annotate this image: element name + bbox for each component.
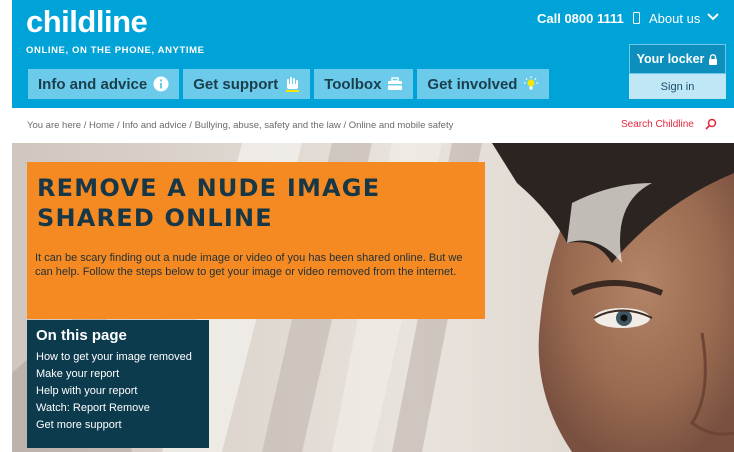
toc-link-make-report[interactable]: Make your report bbox=[36, 366, 192, 383]
tagline: ONLINE, ON THE PHONE, ANYTIME bbox=[26, 45, 205, 56]
locker-panel: Your locker Sign in bbox=[629, 44, 726, 99]
lock-icon bbox=[709, 53, 718, 65]
hero-intro-text: It can be scary finding out a nude image… bbox=[35, 252, 463, 278]
breadcrumb[interactable]: You are here / Home / Info and advice / … bbox=[27, 120, 453, 131]
nav-label: Info and advice bbox=[38, 75, 148, 93]
toc-list: How to get your image removed Make your … bbox=[36, 349, 192, 434]
on-this-page-panel: On this page How to get your image remov… bbox=[27, 320, 209, 448]
toolbox-icon bbox=[388, 77, 403, 90]
toc-heading: On this page bbox=[36, 327, 127, 344]
main-nav: Info and advice Get support Toolbox Get … bbox=[28, 69, 550, 99]
lightbulb-icon bbox=[524, 76, 539, 90]
page-title: REMOVE A NUDE IMAGE SHARED ONLINE bbox=[37, 174, 381, 232]
about-us-link[interactable]: About us bbox=[649, 11, 700, 26]
info-icon bbox=[153, 76, 169, 92]
search-link[interactable]: Search Childline bbox=[621, 119, 694, 130]
nav-label: Toolbox bbox=[324, 75, 382, 93]
hero-title-box: REMOVE A NUDE IMAGE SHARED ONLINE It can… bbox=[27, 162, 485, 319]
toc-link-help-report[interactable]: Help with your report bbox=[36, 383, 192, 400]
nav-info-and-advice[interactable]: Info and advice bbox=[28, 69, 180, 99]
nav-label: Get support bbox=[193, 75, 279, 93]
nav-toolbox[interactable]: Toolbox bbox=[314, 69, 414, 99]
chevron-down-icon[interactable] bbox=[707, 10, 719, 22]
sign-in-button[interactable]: Sign in bbox=[629, 74, 726, 99]
site-header: childline ONLINE, ON THE PHONE, ANYTIME … bbox=[12, 0, 734, 108]
childline-logo[interactable]: childline bbox=[26, 4, 148, 40]
nav-get-support[interactable]: Get support bbox=[183, 69, 311, 99]
toc-link-watch[interactable]: Watch: Report Remove bbox=[36, 400, 192, 417]
search-icon[interactable] bbox=[705, 118, 717, 130]
hand-icon bbox=[286, 77, 300, 92]
toc-link-more-support[interactable]: Get more support bbox=[36, 417, 192, 434]
nav-get-involved[interactable]: Get involved bbox=[417, 69, 550, 99]
call-link[interactable]: Call 0800 1111 bbox=[537, 11, 624, 26]
locker-title: Your locker bbox=[636, 52, 705, 66]
nav-label: Get involved bbox=[427, 75, 518, 93]
your-locker-button[interactable]: Your locker bbox=[629, 44, 726, 74]
toc-link-image-removed[interactable]: How to get your image removed bbox=[36, 349, 192, 366]
phone-icon bbox=[633, 12, 640, 24]
